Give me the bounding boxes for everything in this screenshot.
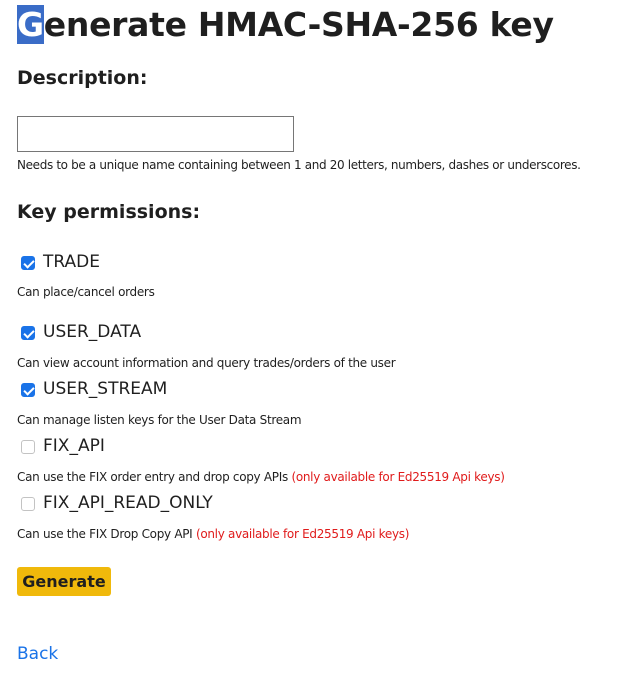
description-hint: Needs to be a unique name containing bet…: [17, 158, 581, 172]
user-data-description-text: Can view account information and query t…: [17, 356, 396, 370]
title-text: enerate HMAC-SHA-256 key: [43, 5, 554, 44]
user-stream-checkbox[interactable]: [21, 383, 35, 397]
description-input[interactable]: [17, 116, 294, 152]
fix-api-availability-note: (only available for Ed25519 Api keys): [291, 470, 505, 484]
fix-api-description-text: Can use the FIX order entry and drop cop…: [17, 470, 288, 484]
fix-api-read-only-description: Can use the FIX Drop Copy API (only avai…: [17, 526, 409, 542]
fix-api-label: FIX_API: [43, 436, 105, 456]
page-title: Generate HMAC-SHA-256 key: [17, 4, 554, 46]
trade-checkbox[interactable]: [21, 256, 35, 270]
trade-description-text: Can place/cancel orders: [17, 285, 155, 299]
fix-api-checkbox[interactable]: [21, 440, 35, 454]
generate-button[interactable]: Generate: [17, 567, 111, 596]
trade-description: Can place/cancel orders: [17, 284, 155, 300]
fix-api-read-only-label: FIX_API_READ_ONLY: [43, 493, 213, 513]
fix-api-description: Can use the FIX order entry and drop cop…: [17, 469, 505, 485]
generate-key-page: Generate HMAC-SHA-256 key Description: N…: [0, 0, 619, 687]
fix-api-read-only-description-text: Can use the FIX Drop Copy API: [17, 527, 193, 541]
title-selected-letter: G: [17, 5, 44, 44]
user-stream-description: Can manage listen keys for the User Data…: [17, 412, 302, 428]
user-data-description: Can view account information and query t…: [17, 355, 396, 371]
permissions-heading: Key permissions:: [17, 201, 201, 223]
fix-api-read-only-checkbox[interactable]: [21, 497, 35, 511]
fix-api-read-only-availability-note: (only available for Ed25519 Api keys): [195, 527, 410, 541]
user-stream-description-text: Can manage listen keys for the User Data…: [17, 413, 302, 427]
trade-label: TRADE: [43, 252, 100, 272]
user-stream-label: USER_STREAM: [43, 379, 168, 399]
user-data-label: USER_DATA: [43, 322, 142, 342]
user-data-checkbox[interactable]: [21, 326, 35, 340]
description-heading: Description:: [17, 67, 148, 89]
back-link[interactable]: Back: [17, 643, 58, 665]
